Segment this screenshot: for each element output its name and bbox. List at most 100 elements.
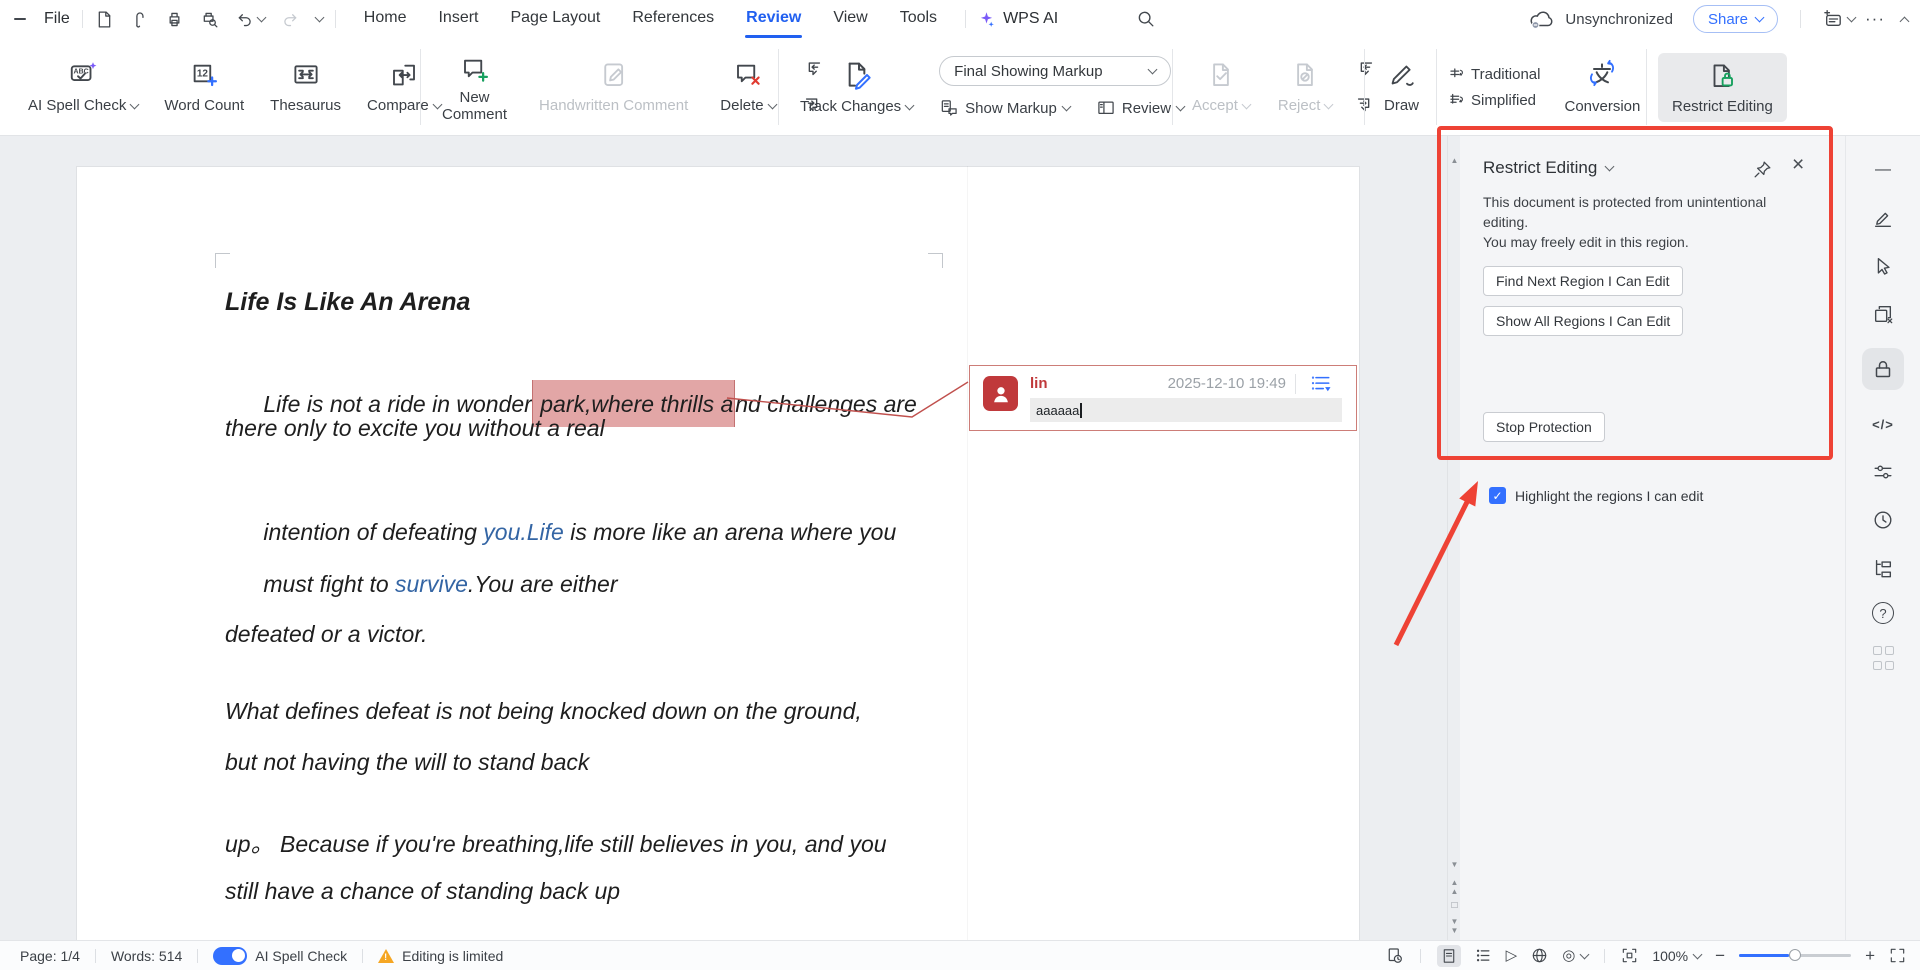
show-markup-button[interactable]: Show Markup bbox=[939, 98, 1072, 118]
next-change-icon[interactable] bbox=[1354, 94, 1376, 116]
to-simplified-button[interactable]: Simplified bbox=[1448, 92, 1540, 109]
quickbar-more-icon[interactable] bbox=[314, 12, 325, 23]
share-button[interactable]: Share bbox=[1692, 5, 1779, 33]
tab-page-layout[interactable]: Page Layout bbox=[494, 0, 616, 38]
fullscreen-icon[interactable] bbox=[1889, 947, 1906, 964]
add-to-toolbar-button[interactable] bbox=[1823, 10, 1857, 28]
markup-mode-dropdown[interactable]: Final Showing Markup bbox=[939, 56, 1172, 86]
ai-spell-check-button[interactable]: ABC AI Spell Check bbox=[22, 60, 144, 114]
chevron-down-icon bbox=[1323, 99, 1334, 109]
print-icon[interactable] bbox=[165, 10, 184, 29]
comment-card[interactable]: lin 2025-12-10 19:49 aaaaaa bbox=[969, 365, 1357, 431]
clear-formatting-icon[interactable] bbox=[1863, 300, 1903, 328]
thesaurus-icon bbox=[291, 60, 321, 90]
options-sliders-icon[interactable] bbox=[1863, 458, 1903, 486]
export-icon[interactable] bbox=[130, 10, 149, 29]
find-next-region-button[interactable]: Find Next Region I Can Edit bbox=[1483, 266, 1683, 296]
zoom-level-value: 100% bbox=[1652, 947, 1689, 964]
draw-button[interactable]: Draw bbox=[1378, 60, 1425, 114]
navigation-outline-icon[interactable] bbox=[1863, 554, 1903, 582]
next-page-icon[interactable]: ▼ ▼ bbox=[1448, 917, 1460, 935]
zoom-out-button[interactable]: − bbox=[1715, 947, 1725, 964]
apps-grid-icon[interactable] bbox=[1863, 644, 1903, 672]
fit-page-icon[interactable] bbox=[1621, 947, 1638, 964]
previous-page-icon[interactable]: ▲ ▲ bbox=[1448, 878, 1460, 896]
share-chevron-icon bbox=[1754, 12, 1765, 23]
comment-text-input[interactable]: aaaaaa bbox=[1030, 398, 1342, 422]
chevron-down-icon bbox=[1692, 949, 1703, 959]
restrict-editing-button[interactable]: Restrict Editing bbox=[1658, 52, 1787, 122]
zoom-slider-knob[interactable] bbox=[1789, 949, 1802, 961]
collapse-ribbon-button[interactable] bbox=[1899, 16, 1910, 26]
history-icon[interactable] bbox=[1863, 506, 1903, 534]
tab-view[interactable]: View bbox=[817, 0, 883, 38]
wps-ai-button[interactable]: WPS AI bbox=[978, 10, 1058, 28]
chevron-down-icon bbox=[1579, 949, 1590, 959]
play-view-icon[interactable]: ▷ bbox=[1506, 948, 1518, 963]
save-icon[interactable] bbox=[95, 10, 114, 29]
word-count-button[interactable]: 12 Word Count bbox=[158, 60, 250, 114]
tab-home[interactable]: Home bbox=[348, 0, 423, 38]
review-pane-button[interactable]: Review bbox=[1096, 98, 1186, 118]
ai-spell-check-icon: ABC bbox=[68, 60, 98, 90]
annotate-pen-icon[interactable] bbox=[1863, 204, 1903, 232]
vertical-scrollbar[interactable]: ▲ ▼ ▲ ▲ □ ▼ ▼ bbox=[1447, 136, 1460, 940]
tab-insert[interactable]: Insert bbox=[422, 0, 494, 38]
thesaurus-button[interactable]: Thesaurus bbox=[264, 60, 347, 114]
wps-ai-spark-icon bbox=[978, 11, 995, 28]
zoom-level-button[interactable]: 100% bbox=[1652, 947, 1703, 964]
page-view-icon[interactable] bbox=[1436, 944, 1461, 967]
scroll-down-icon[interactable]: ▼ bbox=[1448, 860, 1460, 869]
track-changes-label: Track Changes bbox=[800, 98, 902, 115]
undo-button[interactable] bbox=[235, 10, 267, 29]
review-pane-label: Review bbox=[1121, 99, 1172, 117]
restrict-editing-pane-icon[interactable] bbox=[1862, 348, 1904, 390]
delete-comment-button[interactable]: Delete bbox=[714, 60, 781, 114]
outline-view-icon[interactable] bbox=[1475, 947, 1492, 964]
highlight-regions-checkbox[interactable]: ✓ bbox=[1489, 487, 1506, 504]
web-view-icon[interactable] bbox=[1531, 947, 1548, 964]
delete-comment-label: Delete bbox=[720, 97, 764, 114]
more-options-button[interactable]: ··· bbox=[1865, 9, 1885, 29]
page-indicator[interactable]: Page: 1/4 bbox=[20, 948, 80, 964]
eye-protection-button[interactable]: ◎ bbox=[1562, 948, 1590, 963]
previous-change-icon[interactable] bbox=[1354, 58, 1376, 80]
compare-button[interactable]: Compare bbox=[361, 60, 447, 114]
show-all-regions-button[interactable]: Show All Regions I Can Edit bbox=[1483, 306, 1684, 336]
tab-review[interactable]: Review bbox=[730, 0, 817, 38]
print-preview-icon[interactable] bbox=[200, 10, 219, 29]
doc-text: intention of defeating bbox=[263, 519, 484, 545]
to-traditional-button[interactable]: Traditional bbox=[1448, 66, 1540, 83]
doc-line-5: defeated or a victor. bbox=[225, 621, 428, 647]
scroll-up-icon[interactable]: ▲ bbox=[1448, 156, 1460, 165]
comment-menu-icon[interactable] bbox=[1310, 374, 1332, 394]
collapse-pane-icon[interactable]: — bbox=[1863, 156, 1903, 184]
chevron-down-icon bbox=[767, 99, 778, 109]
stop-protection-button[interactable]: Stop Protection bbox=[1483, 412, 1605, 442]
comment-author: lin bbox=[1030, 375, 1048, 392]
conversion-button[interactable]: Conversion bbox=[1558, 59, 1646, 115]
track-changes-button[interactable]: Track Changes bbox=[794, 59, 919, 115]
help-icon[interactable]: ? bbox=[1872, 602, 1894, 624]
reject-change-button: Reject bbox=[1272, 60, 1339, 114]
select-cursor-icon[interactable] bbox=[1863, 252, 1903, 280]
pin-panel-icon[interactable] bbox=[1753, 160, 1772, 179]
tab-tools[interactable]: Tools bbox=[884, 0, 953, 38]
tab-references[interactable]: References bbox=[616, 0, 730, 38]
zoom-in-button[interactable]: + bbox=[1865, 947, 1875, 964]
close-panel-icon[interactable]: × bbox=[1792, 154, 1804, 176]
field-codes-icon[interactable]: </> bbox=[1863, 410, 1903, 438]
zoom-slider[interactable] bbox=[1739, 949, 1852, 961]
doc-text: is more like an arena where you bbox=[563, 519, 897, 545]
sync-status-icon[interactable] bbox=[1529, 10, 1555, 29]
search-icon[interactable] bbox=[1136, 9, 1156, 29]
ai-spell-check-toggle[interactable] bbox=[213, 946, 248, 965]
undo-chevron-icon[interactable] bbox=[256, 12, 267, 23]
file-menu[interactable]: File bbox=[44, 10, 70, 28]
main-menu-icon[interactable] bbox=[12, 13, 28, 25]
browse-object-icon[interactable]: □ bbox=[1448, 901, 1460, 911]
reading-history-icon[interactable] bbox=[1386, 947, 1404, 965]
new-comment-button[interactable]: New Comment bbox=[436, 55, 513, 122]
word-count-indicator[interactable]: Words: 514 bbox=[111, 948, 182, 964]
panel-title-button[interactable]: Restrict Editing bbox=[1483, 158, 1615, 178]
